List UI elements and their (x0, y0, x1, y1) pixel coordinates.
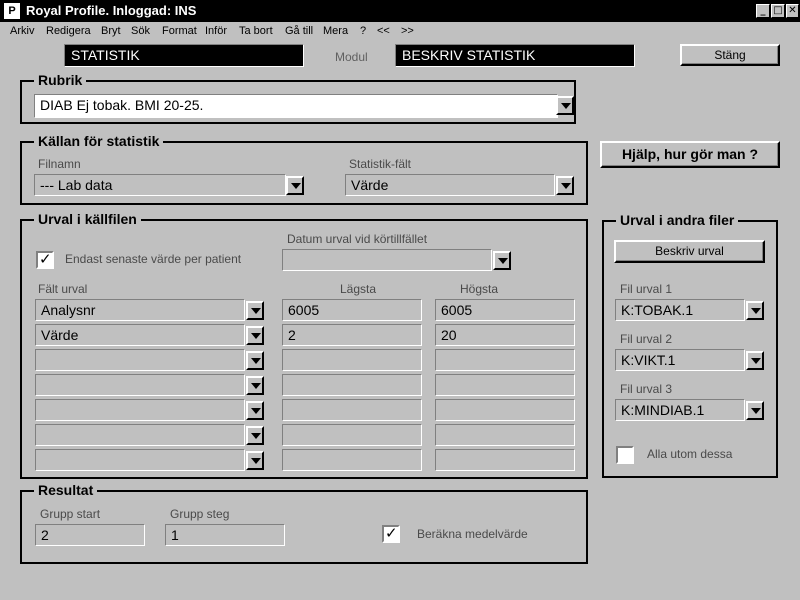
hogsta-input[interactable] (435, 449, 575, 471)
menu-infor[interactable]: Inför (205, 25, 227, 37)
menu-arkiv[interactable]: Arkiv (10, 25, 34, 37)
resultat-title: Resultat (34, 482, 98, 498)
falt-urval-select[interactable] (35, 424, 245, 446)
falt-urval-dropdown-icon[interactable] (246, 401, 264, 420)
col-lagsta: Lägsta (340, 282, 377, 296)
falt-urval-select[interactable]: Värde (35, 324, 245, 346)
help-button[interactable]: Hjälp, hur gör man ? (600, 141, 780, 168)
menu-bryt[interactable]: Bryt (101, 25, 121, 37)
falt-urval-select[interactable]: Analysnr (35, 299, 245, 321)
filnamn-label: Filnamn (38, 157, 81, 171)
filnamn-dropdown-icon[interactable] (286, 176, 304, 195)
grupp-steg-label: Grupp steg (170, 507, 230, 521)
fil-urval-3-select[interactable]: K:MINDIAB.1 (615, 399, 745, 421)
menu-bar: Arkiv Redigera Bryt Sök Format Inför Ta … (0, 22, 800, 42)
hogsta-input[interactable] (435, 374, 575, 396)
statistik-falt-select[interactable]: Värde (345, 174, 555, 196)
menu-redigera[interactable]: Redigera (46, 25, 91, 37)
statistik-falt-label: Statistik-fält (349, 157, 412, 171)
urval-kallfilen-title: Urval i källfilen (34, 211, 141, 227)
lagsta-input[interactable] (282, 424, 422, 446)
hogsta-input[interactable] (435, 424, 575, 446)
fil-urval-2-dropdown-icon[interactable] (746, 351, 764, 370)
grupp-start-label: Grupp start (40, 507, 101, 521)
falt-urval-dropdown-icon[interactable] (246, 451, 264, 470)
alla-utom-checkbox[interactable] (616, 446, 634, 464)
hogsta-input[interactable] (435, 399, 575, 421)
app-logo-icon: P (4, 3, 20, 19)
fil-urval-1-label: Fil urval 1 (620, 282, 673, 296)
statistik-falt-dropdown-icon[interactable] (556, 176, 574, 195)
falt-urval-dropdown-icon[interactable] (246, 326, 264, 345)
col-falt-urval: Fält urval (38, 282, 88, 296)
grupp-start-input[interactable]: 2 (35, 524, 145, 546)
falt-urval-dropdown-icon[interactable] (246, 426, 264, 445)
falt-urval-select[interactable] (35, 349, 245, 371)
fil-urval-3-dropdown-icon[interactable] (746, 401, 764, 420)
col-hogsta: Högsta (460, 282, 499, 296)
lagsta-input[interactable]: 2 (282, 324, 422, 346)
lagsta-input[interactable] (282, 374, 422, 396)
lagsta-input[interactable] (282, 399, 422, 421)
only-latest-checkbox[interactable]: ✓ (36, 250, 54, 269)
maximize-icon[interactable]: □ (771, 4, 785, 18)
alla-utom-label: Alla utom dessa (647, 447, 733, 461)
lagsta-input[interactable] (282, 449, 422, 471)
fil-urval-3-label: Fil urval 3 (620, 382, 673, 396)
window-title: Royal Profile. Inloggad: INS (26, 3, 197, 18)
menu-ta-bort[interactable]: Ta bort (239, 25, 273, 37)
beskriv-urval-button[interactable]: Beskriv urval (614, 240, 765, 263)
menu-sok[interactable]: Sök (131, 25, 150, 37)
falt-urval-select[interactable] (35, 449, 245, 471)
hogsta-input[interactable]: 6005 (435, 299, 575, 321)
hogsta-input[interactable] (435, 349, 575, 371)
rubrik-title: Rubrik (34, 72, 87, 88)
berakna-medelvarde-checkbox[interactable]: ✓ (382, 524, 400, 543)
lagsta-input[interactable]: 6005 (282, 299, 422, 321)
menu-ga-till[interactable]: Gå till (285, 25, 313, 37)
berakna-medelvarde-label: Beräkna medelvärde (417, 527, 528, 541)
menu-prev[interactable]: << (377, 25, 390, 37)
screen-title: STATISTIK (64, 44, 304, 67)
falt-urval-dropdown-icon[interactable] (246, 376, 264, 395)
menu-format[interactable]: Format (162, 25, 197, 37)
fil-urval-2-select[interactable]: K:VIKT.1 (615, 349, 745, 371)
urval-andra-title: Urval i andra filer (616, 212, 739, 228)
menu-help[interactable]: ? (360, 25, 366, 37)
module-label: Modul (335, 50, 368, 64)
menu-next[interactable]: >> (401, 25, 414, 37)
falt-urval-dropdown-icon[interactable] (246, 351, 264, 370)
grupp-steg-input[interactable]: 1 (165, 524, 285, 546)
fil-urval-2-label: Fil urval 2 (620, 332, 673, 346)
fil-urval-1-dropdown-icon[interactable] (746, 301, 764, 320)
checkmark-icon: ✓ (385, 524, 398, 542)
kallan-title: Källan för statistik (34, 133, 164, 149)
fil-urval-1-select[interactable]: K:TOBAK.1 (615, 299, 745, 321)
checkmark-icon: ✓ (39, 250, 52, 268)
only-latest-label: Endast senaste värde per patient (65, 252, 242, 266)
lagsta-input[interactable] (282, 349, 422, 371)
hogsta-input[interactable]: 20 (435, 324, 575, 346)
datum-urval-select[interactable] (282, 249, 492, 271)
datum-urval-label: Datum urval vid körtillfället (287, 232, 428, 246)
module-value: BESKRIV STATISTIK (395, 44, 635, 67)
datum-urval-dropdown-icon[interactable] (493, 251, 511, 270)
menu-mera[interactable]: Mera (323, 25, 348, 37)
minimize-icon[interactable]: _ (756, 4, 770, 18)
filnamn-select[interactable]: --- Lab data (34, 174, 286, 196)
falt-urval-select[interactable] (35, 399, 245, 421)
title-bar: P Royal Profile. Inloggad: INS _ □ ✕ (0, 0, 800, 22)
falt-urval-dropdown-icon[interactable] (246, 301, 264, 320)
close-button[interactable]: Stäng (680, 44, 780, 66)
falt-urval-select[interactable] (35, 374, 245, 396)
close-window-icon[interactable]: ✕ (786, 4, 799, 18)
rubrik-dropdown-icon[interactable] (556, 96, 574, 115)
rubrik-input[interactable]: DIAB Ej tobak. BMI 20-25. (34, 94, 558, 118)
